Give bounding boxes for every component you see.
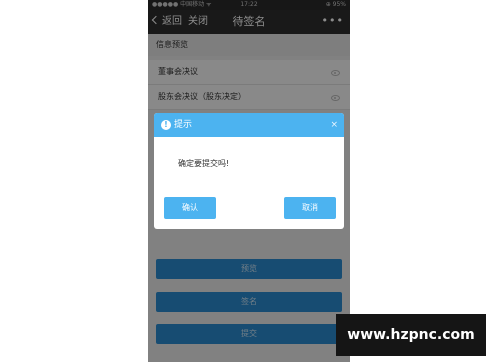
confirm-button[interactable]: 确认	[164, 197, 216, 219]
confirm-dialog: ! 提示 × 确定要提交吗! 确认 取消	[154, 113, 344, 229]
phone-screen: ●●●●● 中国移动 ᯤ 17:22 ⊕ 95% 返回 关闭 待签名 ••• 信息…	[148, 0, 350, 362]
close-icon[interactable]: ×	[330, 113, 338, 137]
dialog-header: ! 提示 ×	[154, 113, 344, 137]
dialog-message: 确定要提交吗!	[178, 159, 230, 168]
cancel-button[interactable]: 取消	[284, 197, 336, 219]
watermark: www.hzpnc.com	[336, 314, 486, 356]
dialog-title: 提示	[174, 120, 193, 130]
info-icon: !	[161, 120, 171, 130]
